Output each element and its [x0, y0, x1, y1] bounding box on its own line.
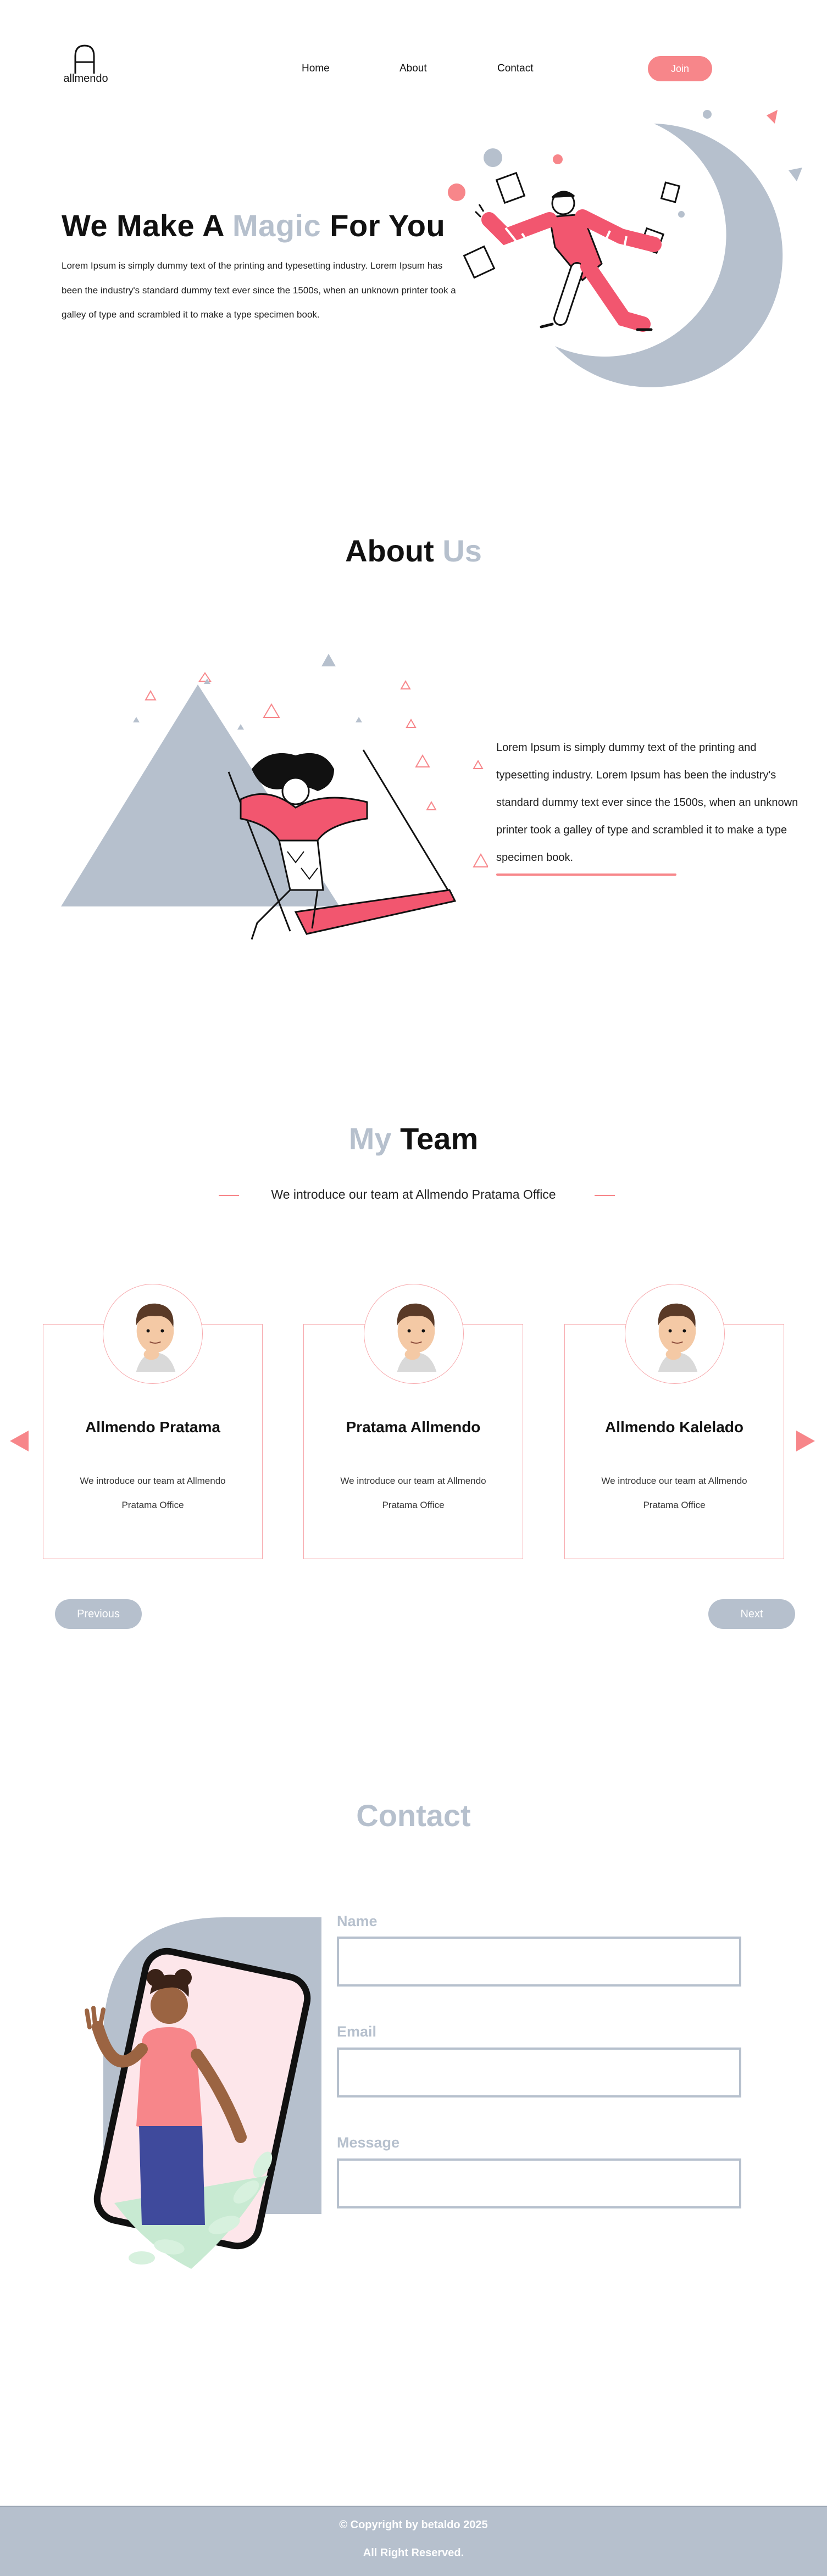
email-input[interactable]	[337, 2048, 741, 2097]
footer-copyright: © Copyright by betaldo 2025	[339, 2519, 488, 2531]
team-member-name: Allmendo Kalelado	[604, 1418, 744, 1436]
thinking-man-avatar-icon	[103, 1284, 203, 1384]
footer	[0, 2506, 827, 2576]
team-title: My Team	[348, 1121, 479, 1156]
hero-text: Lorem Ipsum is simply dummy text of the …	[62, 260, 456, 320]
thinking-man-avatar-icon	[625, 1284, 725, 1384]
woman-waving-phone-illustration	[59, 1917, 330, 2280]
team-member-name: Allmendo Pratama	[85, 1418, 220, 1436]
logo-text[interactable]: allmendo	[59, 73, 112, 85]
team-member-description: We introduce our team at Allmendo Pratam…	[340, 1476, 486, 1510]
thinking-man-avatar-icon	[364, 1284, 464, 1384]
team-subtitle-right-line	[595, 1195, 615, 1196]
previous-button[interactable]: Previous	[55, 1599, 142, 1629]
carousel-prev-arrow-icon[interactable]	[10, 1431, 29, 1451]
team-member-name: Pratama Allmendo	[346, 1418, 481, 1436]
name-input[interactable]	[337, 1937, 741, 1987]
dancing-man-moon-illustration	[445, 99, 827, 407]
nav-link-contact[interactable]: Contact	[497, 63, 533, 75]
about-title: About Us	[345, 533, 482, 568]
team-subtitle: We introduce our team at Allmendo Pratam…	[271, 1187, 556, 1201]
team-member-description: We introduce our team at Allmendo Pratam…	[80, 1476, 226, 1510]
nav-link-about[interactable]: About	[399, 63, 427, 75]
about-text: Lorem Ipsum is simply dummy text of the …	[496, 742, 798, 864]
nav-link-home[interactable]: Home	[302, 63, 330, 75]
girl-on-swing-illustration	[59, 643, 489, 956]
message-input[interactable]	[337, 2158, 741, 2208]
next-button[interactable]: Next	[708, 1599, 795, 1629]
logo-icon[interactable]	[72, 44, 97, 74]
team-member-description: We introduce our team at Allmendo Pratam…	[601, 1476, 747, 1510]
name-label: Name	[337, 1913, 378, 1929]
contact-title: Contact	[356, 1798, 471, 1833]
hero-title: We Make A Magic For You	[62, 208, 446, 243]
about-underline	[496, 873, 676, 876]
footer-rights: All Right Reserved.	[363, 2547, 464, 2559]
email-label: Email	[337, 2023, 377, 2040]
join-button[interactable]: Join	[648, 56, 712, 81]
message-label: Message	[337, 2134, 400, 2151]
carousel-next-arrow-icon[interactable]	[796, 1431, 815, 1451]
